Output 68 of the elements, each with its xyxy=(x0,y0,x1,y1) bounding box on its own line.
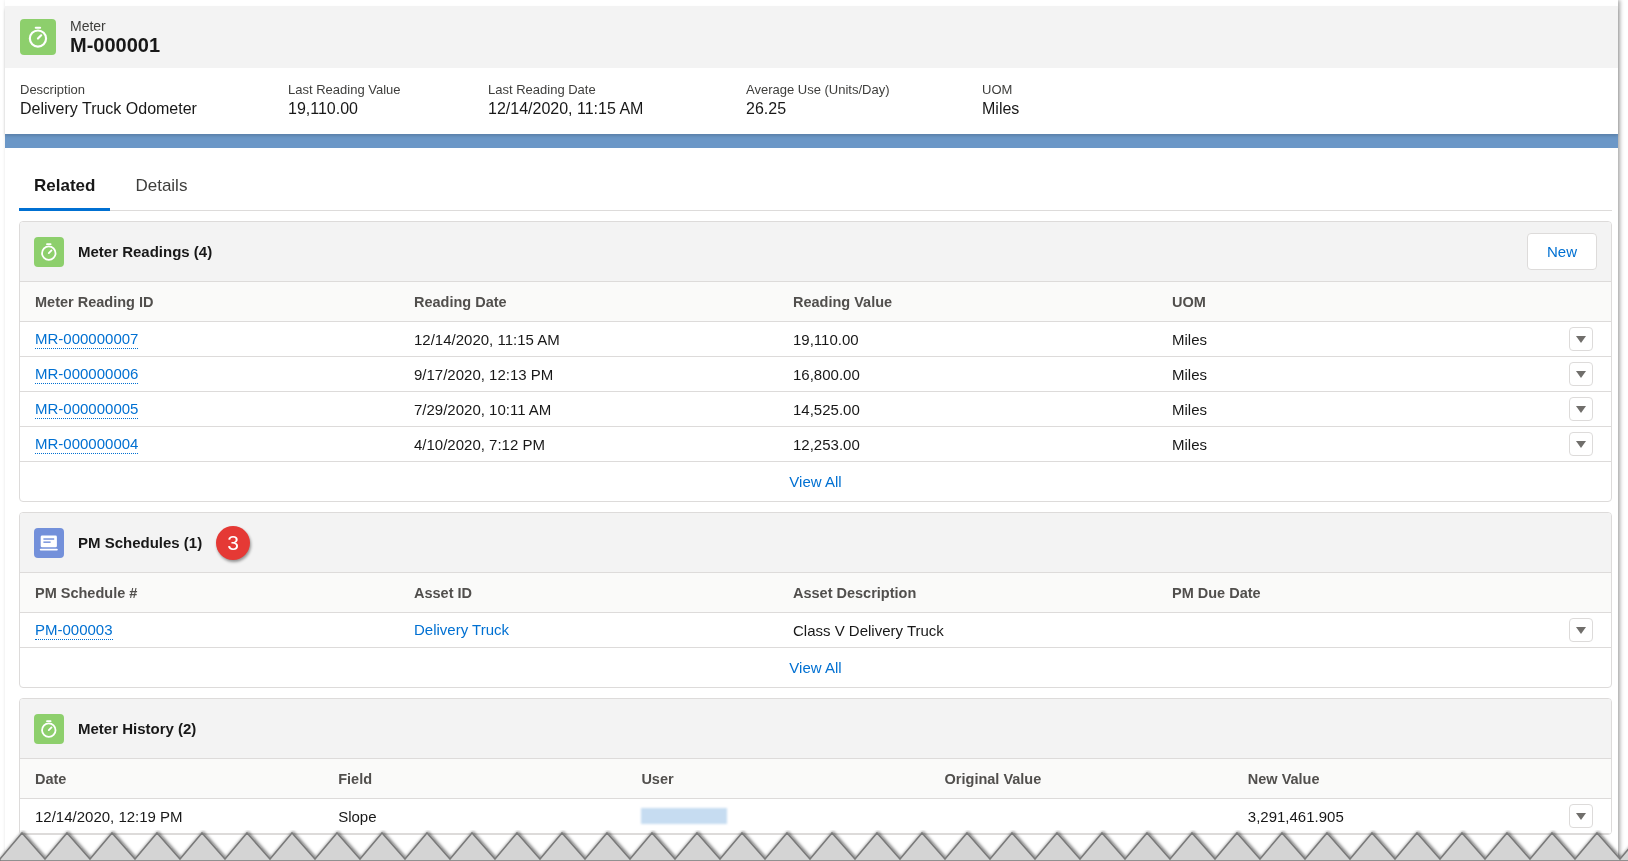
field-label: Last Reading Date xyxy=(488,82,597,97)
view-all-link[interactable]: View All xyxy=(789,473,842,490)
table-cell: Miles xyxy=(1172,365,1207,383)
column-header: Asset ID xyxy=(414,584,474,601)
column-header: Original Value xyxy=(944,770,1043,787)
field-label: Average Use (Units/Day) xyxy=(746,82,891,97)
caret-icon xyxy=(1576,335,1586,343)
column-header: New Value xyxy=(1247,770,1321,787)
row-menu-button[interactable] xyxy=(1569,362,1593,386)
row-menu-button[interactable] xyxy=(1569,804,1593,828)
table-cell: 9/17/2020, 12:13 PM xyxy=(414,365,554,383)
column-header: Meter Reading ID xyxy=(35,293,155,310)
record-link[interactable]: MR-000000004 xyxy=(35,434,139,454)
new-button[interactable]: New xyxy=(1527,233,1597,270)
table-cell: 4/10/2020, 7:12 PM xyxy=(414,435,545,453)
field-value: 26.25 xyxy=(746,100,788,118)
table-cell: 7/29/2020, 10:11 AM xyxy=(414,400,552,418)
row-menu-button[interactable] xyxy=(1569,432,1593,456)
record-link[interactable]: MR-000000007 xyxy=(35,329,139,349)
field-label: Last Reading Value xyxy=(288,82,402,97)
view-all-link[interactable]: View All xyxy=(789,659,842,676)
field-label: UOM xyxy=(982,82,1014,97)
callout-badge: 3 xyxy=(216,525,251,560)
table-cell: 12,253.00 xyxy=(793,435,860,453)
column-header: Reading Value xyxy=(793,293,894,310)
object-label: Meter xyxy=(70,17,107,34)
record-link[interactable]: MR-000000006 xyxy=(35,364,139,384)
row-menu-button[interactable] xyxy=(1569,618,1593,642)
column-header: Field xyxy=(338,770,374,787)
caret-icon xyxy=(1576,812,1586,820)
table-cell: 12/14/2020, 11:15 AM xyxy=(414,330,560,348)
table-cell: Miles xyxy=(1172,400,1207,418)
table-cell: 14,525.00 xyxy=(793,400,860,418)
caret-icon xyxy=(1576,370,1586,378)
column-header: PM Schedule # xyxy=(35,584,139,601)
row-menu-button[interactable] xyxy=(1569,397,1593,421)
column-header: User xyxy=(641,770,675,787)
record-link[interactable]: PM-000003 xyxy=(35,620,113,640)
column-header: UOM xyxy=(1172,293,1207,310)
column-header: Asset Description xyxy=(793,584,918,601)
table-cell: Miles xyxy=(1172,330,1207,348)
table-cell: 16,800.00 xyxy=(793,365,860,383)
table-cell: Slope xyxy=(338,807,377,825)
tab[interactable]: Details xyxy=(120,162,203,211)
table-cell: 3,291,461.905 xyxy=(1247,807,1344,825)
record-name: M-000001 xyxy=(70,33,161,57)
record-link[interactable]: Delivery Truck xyxy=(414,621,510,639)
record-link[interactable]: MR-000000005 xyxy=(35,399,139,419)
table-cell: 19,110.00 xyxy=(793,330,859,348)
card-title: Meter Readings (4) xyxy=(78,243,213,260)
caret-icon xyxy=(1576,440,1586,448)
table-cell: Class V Delivery Truck xyxy=(793,621,944,639)
field-value: Miles xyxy=(982,100,1021,118)
card-title: Meter History (2) xyxy=(78,720,197,737)
caret-icon xyxy=(1576,626,1586,634)
field-value: 12/14/2020, 11:15 AM xyxy=(488,100,645,118)
field-value: 19,110.00 xyxy=(288,100,359,118)
card-title: PM Schedules (1) xyxy=(78,534,203,551)
column-header: Date xyxy=(35,770,68,787)
column-header: PM Due Date xyxy=(1172,584,1262,601)
caret-icon xyxy=(1576,405,1586,413)
table-cell: Miles xyxy=(1172,435,1207,453)
table-cell: 12/14/2020, 12:19 PM xyxy=(35,807,183,825)
row-menu-button[interactable] xyxy=(1569,327,1593,351)
field-value: Delivery Truck Odometer xyxy=(20,100,198,118)
column-header: Reading Date xyxy=(414,293,508,310)
field-label: Description xyxy=(20,82,87,97)
tab[interactable]: Related xyxy=(19,162,111,211)
